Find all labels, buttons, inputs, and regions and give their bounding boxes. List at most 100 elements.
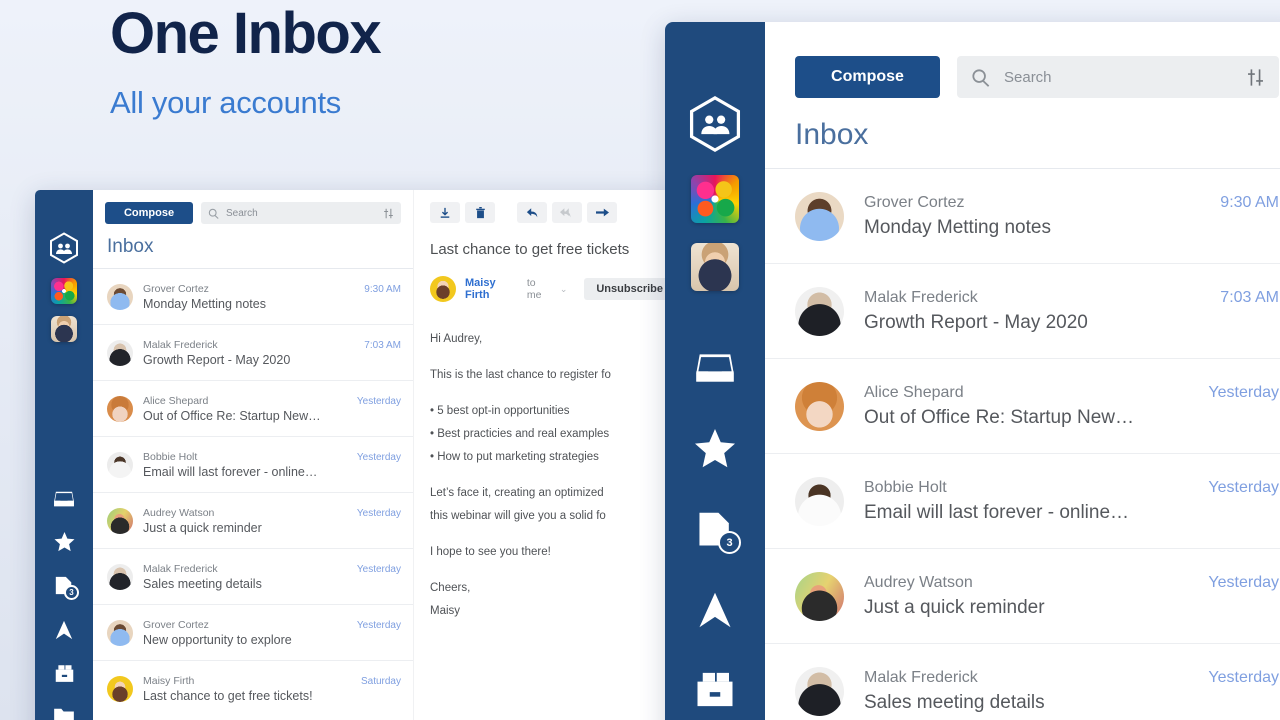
archive-box-icon[interactable] [54,664,75,683]
search-input[interactable]: Search [957,56,1279,98]
search-input[interactable]: Search [201,202,401,224]
avatar [107,451,133,478]
timestamp: 9:30 AM [364,283,401,295]
sender-name: Audrey Watson [143,506,215,519]
subject-line: Sales meeting details [143,576,262,591]
table-row[interactable]: Grover Cortez Yesterday New opportunity … [93,604,413,660]
body-greeting: Hi Audrey, [430,333,483,345]
page-title: One Inbox [110,1,382,66]
message-subject: Last chance to get free tickets [430,241,630,258]
table-row[interactable]: Grover Cortez 9:30 AM Monday Metting not… [765,168,1280,263]
subject-line: Sales meeting details [864,691,1045,713]
hexagon-people-icon[interactable] [688,95,742,153]
timestamp: Yesterday [1208,383,1279,401]
sender-name: Alice Shepard [143,394,209,407]
drafts-document-icon[interactable]: 3 [54,576,79,600]
unsubscribe-button[interactable]: Unsubscribe [584,278,675,300]
send-paper-plane-icon[interactable] [54,620,74,640]
mailbox-title: Inbox [107,236,154,257]
secondary-mail-window: 3 Compose Search Inbox Grover Cortez 9:3… [35,190,675,720]
avatar [107,507,133,534]
chevron-down-icon[interactable]: ⌄ [560,284,568,295]
table-row[interactable]: Bobbie Holt Yesterday Email will last fo… [765,453,1280,548]
timestamp: Yesterday [356,395,401,407]
compose-button[interactable]: Compose [795,56,940,98]
subject-line: Just a quick reminder [864,596,1045,618]
timestamp: 9:30 AM [1220,193,1279,211]
timestamp: Yesterday [1208,668,1279,686]
sender-name: Malak Frederick [143,338,218,351]
compose-button[interactable]: Compose [105,202,193,224]
flower-palette-avatar[interactable] [691,174,739,223]
subject-line: Last chance to get free tickets! [143,688,313,703]
table-row[interactable]: Maisy Firth Saturday Last chance to get … [93,660,413,716]
filter-sliders-icon [384,208,393,218]
subject-line: Monday Metting notes [864,216,1051,238]
reply-icon[interactable] [517,202,547,223]
inbox-tray-icon[interactable] [694,351,736,385]
flower-palette-avatar[interactable] [51,278,77,304]
body-intro: This is the last chance to register fo [430,369,611,381]
woman-photo-avatar[interactable] [691,242,739,291]
archive-download-icon[interactable] [430,202,460,223]
sender-name[interactable]: Maisy Firth [465,277,518,301]
timestamp: Yesterday [1208,573,1279,591]
drafts-badge: 3 [718,531,741,554]
star-icon[interactable] [694,429,736,469]
send-paper-plane-icon[interactable] [696,591,734,629]
drafts-badge: 3 [64,585,79,600]
timestamp: 7:03 AM [1220,288,1279,306]
sender-name: Maisy Firth [143,674,195,687]
sender-name: Grover Cortez [143,618,209,631]
table-row[interactable]: Malak Frederick 7:03 AM Growth Report - … [93,324,413,380]
message-list: Grover Cortez 9:30 AM Monday Metting not… [93,268,413,720]
folder-icon[interactable] [53,707,75,720]
table-row[interactable]: Audrey Watson Yesterday Just a quick rem… [765,548,1280,643]
table-row[interactable]: Alice Shepard Yesterday Out of Office Re… [765,358,1280,453]
timestamp: Yesterday [356,451,401,463]
subject-line: Growth Report - May 2020 [143,352,291,367]
avatar [795,476,844,526]
message-action-toolbar [414,202,675,223]
sender-name: Bobbie Holt [864,478,947,496]
subject-line: Monday Metting notes [143,296,266,311]
search-placeholder: Search [1004,68,1052,86]
table-row[interactable]: Alice Shepard Yesterday Out of Office Re… [93,380,413,436]
delete-trash-icon[interactable] [465,202,495,223]
search-placeholder: Search [226,207,258,219]
list-toolbar: Compose Search [93,190,413,230]
magnifier-icon [972,68,990,87]
avatar [795,286,844,336]
body-bullet: • 5 best opt-in opportunities [430,405,570,417]
subject-line: Out of Office Re: Startup New… [143,408,321,423]
timestamp: Yesterday [356,619,401,631]
table-row[interactable]: Bobbie Holt Yesterday Email will last fo… [93,436,413,492]
subject-line: New opportunity to explore [143,632,292,647]
table-row[interactable]: Malak Frederick Yesterday Sales meeting … [93,548,413,604]
table-row[interactable]: Malak Frederick 7:03 AM Growth Report - … [765,263,1280,358]
woman-photo-avatar[interactable] [51,316,77,342]
table-row[interactable]: Malak Frederick Yesterday Sales meeting … [765,643,1280,720]
hamburger-menu-icon[interactable] [697,48,733,69]
sender-name: Grover Cortez [143,282,209,295]
hexagon-people-icon[interactable] [49,232,79,264]
table-row[interactable]: Audrey Watson Yesterday Just a quick rem… [93,492,413,548]
forward-icon[interactable] [587,202,617,223]
timestamp: Yesterday [356,507,401,519]
inbox-tray-icon[interactable] [53,490,75,508]
sender-name: Malak Frederick [864,288,978,306]
avatar [795,191,844,241]
reply-all-icon[interactable] [552,202,582,223]
hamburger-menu-icon[interactable] [53,204,75,216]
table-row[interactable]: Grover Cortez 9:30 AM Monday Metting not… [93,268,413,324]
drafts-document-icon[interactable]: 3 [696,511,741,554]
mailbox-title: Inbox [795,118,869,151]
magnifier-icon [208,208,219,219]
star-icon[interactable] [54,532,75,552]
avatar [107,395,133,422]
body-signature: Maisy [430,605,461,617]
page-subtitle: All your accounts [110,84,341,120]
archive-box-icon[interactable] [694,671,736,708]
